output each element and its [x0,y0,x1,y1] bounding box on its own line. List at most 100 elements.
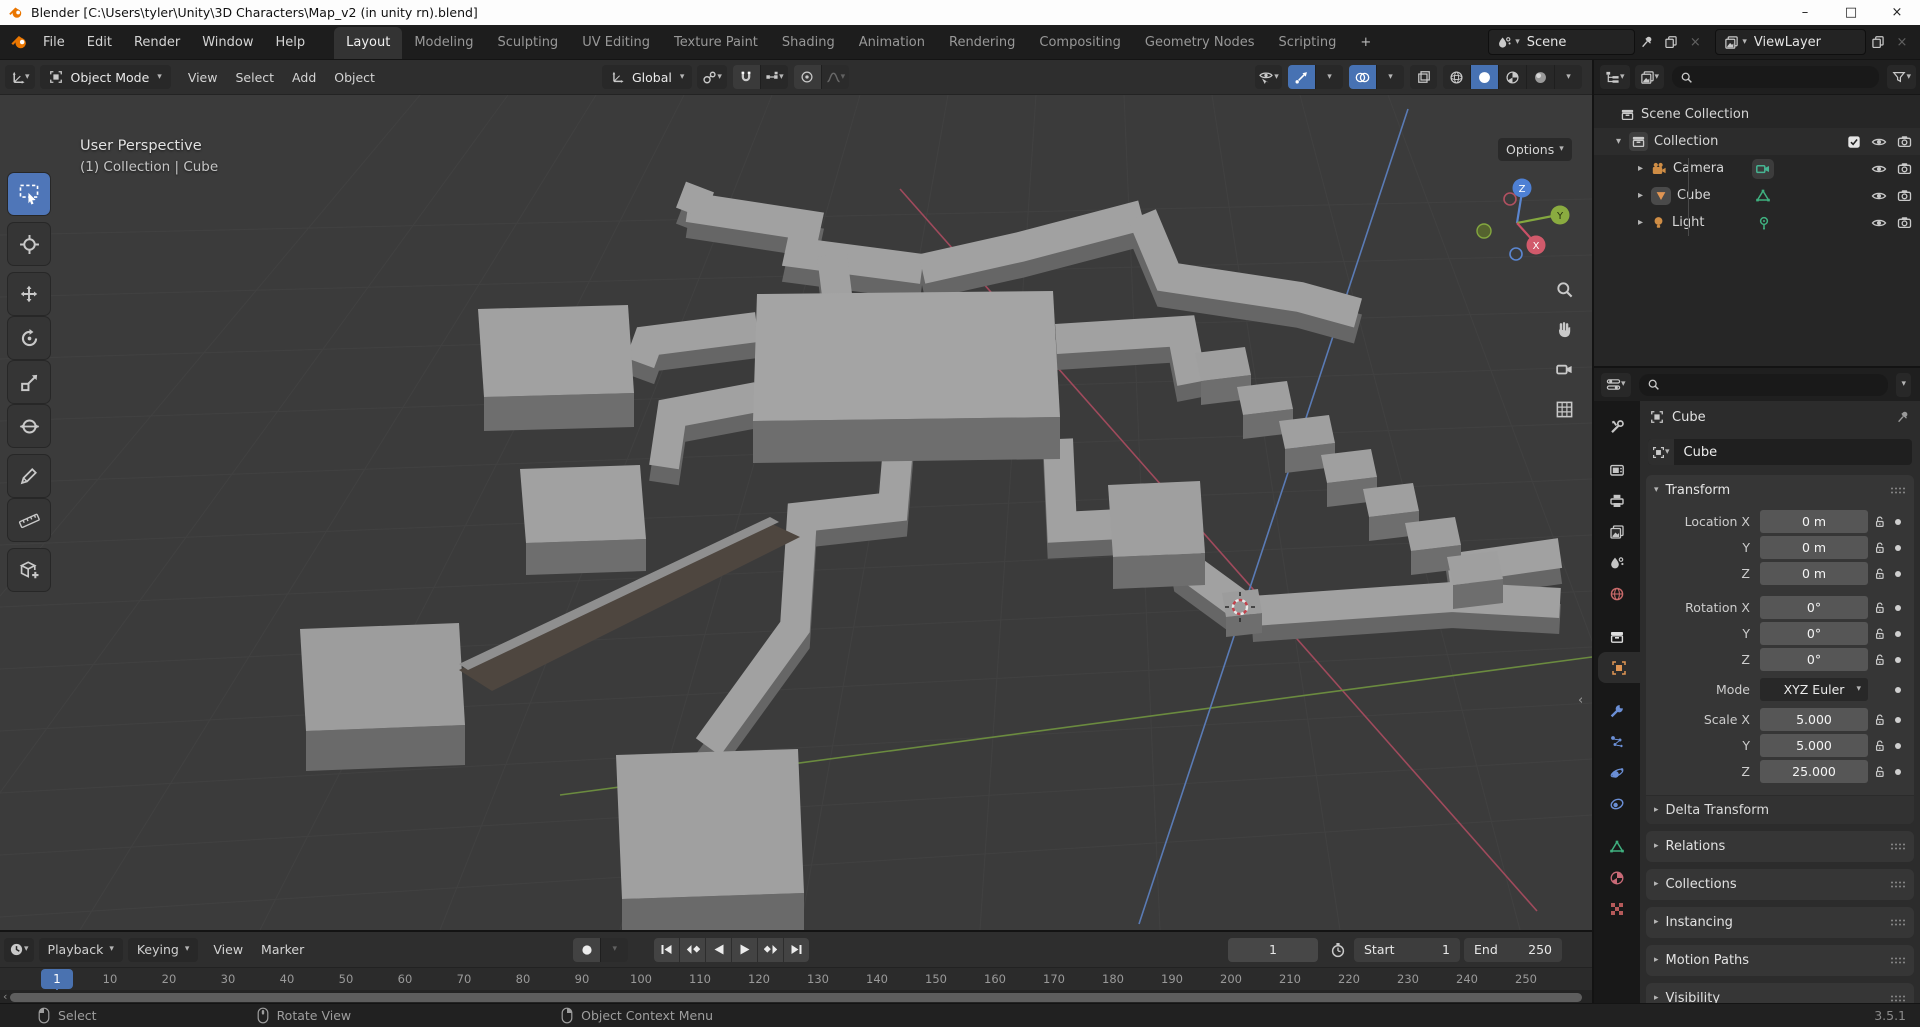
row-scene-collection[interactable]: Scene Collection [1594,101,1920,128]
grip-icon[interactable] [1890,486,1906,495]
add-workspace-button[interactable]: + [1348,27,1383,59]
grip-icon[interactable] [1890,994,1906,1003]
tool-cursor[interactable] [8,223,50,265]
transform-panel-header[interactable]: ▾ Transform [1646,475,1914,505]
tab-compositing[interactable]: Compositing [1027,27,1133,59]
tab-constraints[interactable] [1594,788,1640,819]
outliner-search-input[interactable] [1672,66,1879,88]
mode-dropdown[interactable]: Object Mode ▾ [40,65,171,89]
delete-scene-button[interactable]: × [1683,30,1707,54]
animate-dot[interactable] [1890,571,1906,577]
auto-keying-dropdown[interactable]: ▾ [601,938,628,962]
animate-dot[interactable] [1890,545,1906,551]
collections-panel[interactable]: ▸ Collections [1646,869,1914,900]
tab-collection[interactable] [1594,621,1640,652]
minimize-button[interactable]: – [1782,0,1828,25]
tab-material[interactable] [1594,862,1640,893]
animate-dot[interactable] [1890,605,1906,611]
tool-annotate[interactable] [8,455,50,497]
lock-open-icon[interactable] [1873,601,1886,614]
rotation-y-input[interactable]: 0° [1760,622,1868,645]
start-frame-input[interactable]: Start 1 [1354,938,1460,962]
delta-transform-subpanel[interactable]: ▸ Delta Transform [1646,795,1914,824]
tab-view-layer[interactable] [1594,516,1640,547]
rotation-x-input[interactable]: 0° [1760,596,1868,619]
lock-open-icon[interactable] [1873,653,1886,666]
menu-file[interactable]: File [32,35,76,50]
object-visibility-dropdown[interactable]: ▾ [1255,65,1282,89]
lock-open-icon[interactable] [1873,567,1886,580]
pin-scene-button[interactable] [1635,30,1659,54]
outliner-display-mode-button[interactable]: ▾ [1635,65,1665,89]
scale-y-input[interactable]: 5.000 [1760,734,1868,757]
tab-shading[interactable]: Shading [770,27,847,59]
next-keyframe-button[interactable] [758,938,784,962]
proportional-editing-toggle[interactable] [794,65,822,89]
lock-open-icon[interactable] [1873,765,1886,778]
tool-select-box[interactable] [8,173,50,215]
camera-render-icon[interactable] [1897,188,1912,203]
rotation-z-input[interactable]: 0° [1760,648,1868,671]
grip-icon[interactable] [1890,918,1906,927]
scale-x-input[interactable]: 5.000 [1760,708,1868,731]
location-z-input[interactable]: 0 m [1760,562,1868,585]
snap-settings-dropdown[interactable]: ▾ [761,65,788,89]
outliner-filter-button[interactable]: ▾ [1887,65,1916,89]
shading-wireframe-button[interactable] [1443,65,1471,89]
tab-object-data[interactable] [1594,831,1640,862]
tool-measure[interactable] [8,499,50,541]
eye-icon[interactable] [1871,188,1887,204]
use-preview-range-button[interactable] [1326,938,1350,962]
animate-dot[interactable] [1890,519,1906,525]
blender-logo-icon[interactable] [10,33,28,51]
tab-object[interactable] [1598,652,1640,683]
keying-dropdown[interactable]: Keying ▾ [128,938,199,962]
pin-icon[interactable] [1896,410,1910,424]
breadcrumb-object[interactable]: Cube [1672,410,1706,425]
lock-open-icon[interactable] [1873,739,1886,752]
grip-icon[interactable] [1890,842,1906,851]
current-frame-input[interactable]: 1 [1228,938,1318,962]
disclosure-right-icon[interactable]: ▸ [1638,191,1643,201]
auto-keying-button[interactable] [573,938,601,962]
row-light[interactable]: ▸ Light [1594,209,1920,236]
snap-toggle[interactable] [733,65,761,89]
tab-tool[interactable] [1594,411,1640,442]
timeline-editor-type-button[interactable]: ▾ [4,938,34,962]
menu-help[interactable]: Help [265,35,317,50]
shading-material-button[interactable] [1499,65,1527,89]
animate-dot[interactable] [1890,631,1906,637]
outliner-editor-type-button[interactable]: ▾ [1600,65,1630,89]
tab-animation[interactable]: Animation [847,27,937,59]
eye-icon[interactable] [1871,215,1887,231]
viewport-canvas[interactable]: User Perspective (1) Collection | Cube O… [0,95,1592,930]
tab-particles[interactable] [1594,726,1640,757]
location-y-input[interactable]: 0 m [1760,536,1868,559]
zoom-button[interactable] [1548,273,1580,305]
grip-icon[interactable] [1890,880,1906,889]
menu-edit[interactable]: Edit [76,35,123,50]
properties-editor-type-button[interactable]: ▾ [1601,373,1631,397]
transform-orientation-dropdown[interactable]: Global ▾ [602,65,692,89]
camera-render-icon[interactable] [1897,134,1912,149]
new-view-layer-button[interactable] [1866,30,1890,54]
maximize-button[interactable]: □ [1828,0,1874,25]
scale-z-input[interactable]: 25.000 [1760,760,1868,783]
show-gizmo-toggle[interactable] [1288,65,1316,89]
row-camera[interactable]: ▸ Camera [1594,155,1920,182]
tab-rendering[interactable]: Rendering [937,27,1027,59]
row-collection[interactable]: ▾ Collection [1594,128,1920,155]
scene-selector[interactable]: ▾ Scene [1488,29,1635,55]
animate-dot[interactable] [1890,743,1906,749]
tab-modeling[interactable]: Modeling [402,27,485,59]
xray-toggle[interactable] [1410,65,1437,89]
pivot-point-dropdown[interactable]: ▾ [697,65,727,89]
menu-window[interactable]: Window [191,35,264,50]
timeline-scrollbar[interactable] [10,993,1582,1002]
view-layer-selector[interactable]: ▾ ViewLayer [1715,29,1866,55]
object-id-dropdown[interactable]: ▾ [1648,439,1674,465]
editor-type-button[interactable]: ▾ [5,65,35,89]
proportional-falloff-dropdown[interactable]: ▾ [822,65,849,89]
object-name-field[interactable]: ▾ Cube [1648,439,1912,465]
menu-render[interactable]: Render [123,35,191,50]
